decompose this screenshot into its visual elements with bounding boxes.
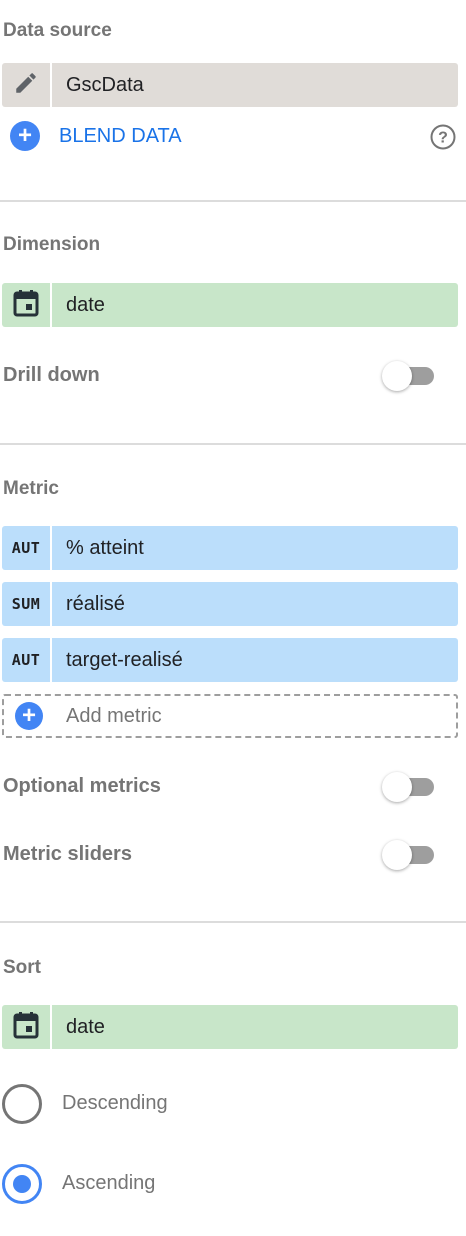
edit-data-source-button[interactable]: [2, 63, 52, 107]
sort-field-type-button[interactable]: [2, 1005, 52, 1049]
calendar-icon: [13, 289, 39, 322]
radio-ascending-label: Ascending: [62, 1172, 156, 1194]
radio-selected-dot: [13, 1175, 31, 1193]
section-divider: [0, 443, 466, 445]
help-circle-icon[interactable]: ?: [429, 123, 457, 156]
dimension-field-name: date: [66, 293, 105, 316]
aggregation-label: AUT: [11, 651, 41, 669]
section-divider: [0, 200, 466, 202]
drill-down-toggle[interactable]: [382, 361, 434, 391]
data-source-title: Data source: [3, 20, 112, 41]
add-metric-label: Add metric: [66, 704, 162, 727]
metric-title: Metric: [3, 478, 59, 499]
blend-data-label: BLEND DATA: [59, 124, 182, 147]
toggle-thumb: [382, 361, 412, 391]
metric-sliders-toggle[interactable]: [382, 840, 434, 870]
aggregation-button[interactable]: SUM: [2, 582, 52, 626]
aggregation-label: SUM: [11, 595, 41, 613]
blend-data-button[interactable]: + BLEND DATA: [10, 121, 182, 151]
drill-down-label: Drill down: [3, 364, 100, 386]
toggle-thumb: [382, 772, 412, 802]
optional-metrics-toggle[interactable]: [382, 772, 434, 802]
aggregation-label: AUT: [11, 539, 41, 557]
dimension-chip[interactable]: date: [2, 283, 458, 327]
toggle-thumb: [382, 840, 412, 870]
add-metric-icon-wrap: +: [4, 702, 54, 730]
add-circle-icon: +: [10, 121, 40, 151]
aggregation-button[interactable]: AUT: [2, 638, 52, 682]
radio-descending[interactable]: [2, 1084, 42, 1124]
add-circle-icon: +: [15, 702, 43, 730]
radio-ascending[interactable]: [2, 1164, 42, 1204]
calendar-icon: [13, 1011, 39, 1044]
data-source-name: GscData: [66, 73, 144, 96]
metric-field-name: % atteint: [66, 536, 144, 559]
metric-chip[interactable]: AUT % atteint: [2, 526, 458, 570]
metric-field-name: target-realisé: [66, 648, 183, 671]
dimension-type-button[interactable]: [2, 283, 52, 327]
svg-text:?: ?: [438, 130, 448, 147]
optional-metrics-label: Optional metrics: [3, 775, 161, 797]
add-metric-button[interactable]: + Add metric: [2, 694, 458, 738]
sort-field-chip[interactable]: date: [2, 1005, 458, 1049]
sort-title: Sort: [3, 957, 41, 978]
radio-descending-label: Descending: [62, 1092, 168, 1114]
sort-field-name: date: [66, 1015, 105, 1038]
metric-chip[interactable]: SUM réalisé: [2, 582, 458, 626]
section-divider: [0, 921, 466, 923]
aggregation-button[interactable]: AUT: [2, 526, 52, 570]
dimension-title: Dimension: [3, 234, 101, 255]
metric-chip[interactable]: AUT target-realisé: [2, 638, 458, 682]
data-source-chip[interactable]: GscData: [2, 63, 458, 107]
metric-sliders-label: Metric sliders: [3, 843, 132, 865]
metric-field-name: réalisé: [66, 592, 125, 615]
pencil-icon: [13, 70, 39, 101]
